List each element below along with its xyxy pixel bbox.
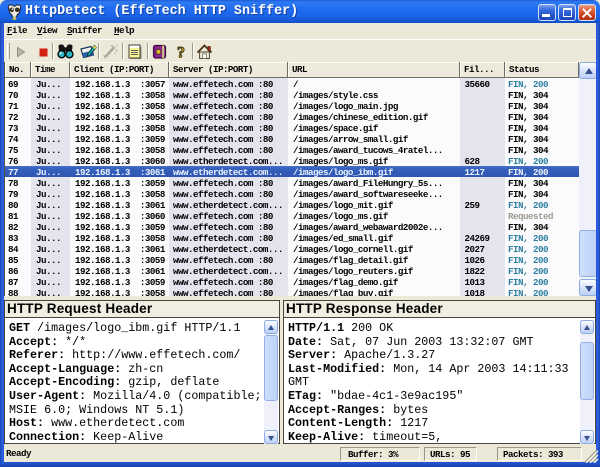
svg-text:?: ? — [177, 45, 185, 61]
